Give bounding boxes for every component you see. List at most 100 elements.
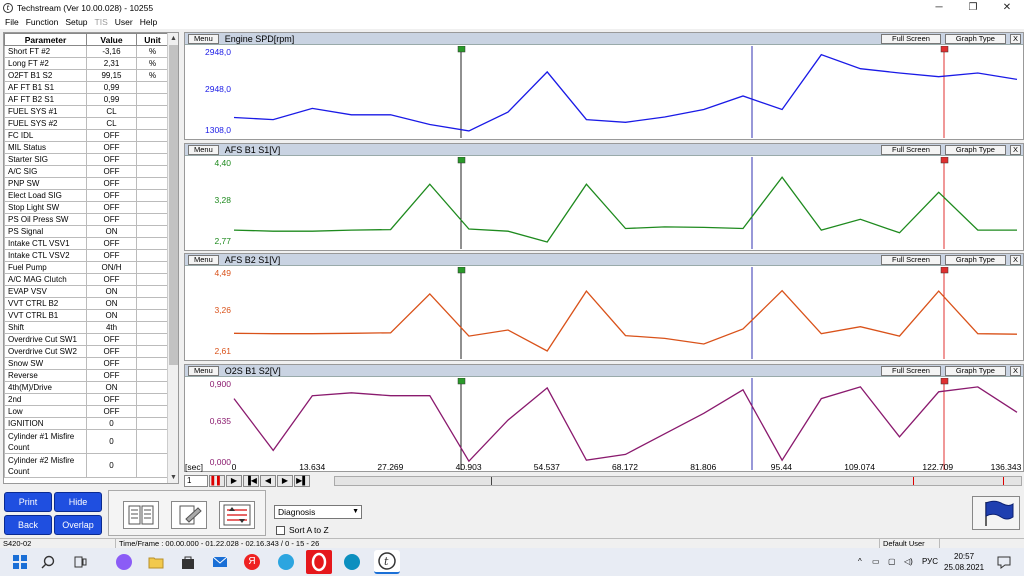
data-list-icon[interactable] (123, 501, 159, 529)
graph-plot[interactable] (233, 378, 1018, 472)
menu-file[interactable]: File (5, 17, 19, 27)
parameter-row[interactable]: A/C MAG Clutch OFF (4, 273, 169, 286)
print-button[interactable]: Print (4, 492, 52, 512)
file-explorer-icon[interactable] (148, 554, 164, 570)
tray-overflow-icon[interactable]: ^ (858, 548, 862, 576)
parameter-row[interactable]: Intake CTL VSV2 OFF (4, 249, 169, 262)
graph-plot[interactable] (233, 46, 1018, 140)
scroll-down-arrow-icon[interactable]: ▼ (168, 472, 178, 483)
graph-compare-icon[interactable] (219, 501, 255, 529)
maximize-icon[interactable]: ❐ (956, 0, 990, 15)
graph-menu-button[interactable]: Menu (188, 365, 219, 376)
volume-icon[interactable]: ◁) (904, 548, 913, 576)
parameter-row[interactable]: AF FT B1 S1 0,99 (4, 81, 169, 94)
graph-menu-button[interactable]: Menu (188, 254, 219, 265)
timeline-track[interactable] (334, 476, 1022, 486)
parameter-row[interactable]: Reverse OFF (4, 369, 169, 382)
overlap-button[interactable]: Overlap (54, 515, 102, 535)
parameter-row[interactable]: A/C SIG OFF (4, 165, 169, 178)
skip-to-start-icon[interactable]: ▐◀ (243, 475, 259, 487)
task-view-icon[interactable] (72, 554, 88, 570)
menu-tis[interactable]: TIS (95, 17, 108, 27)
cursor-marker-icon[interactable] (457, 378, 466, 385)
graph-plot[interactable] (233, 267, 1018, 361)
parameter-row[interactable]: VVT CTRL B1 ON (4, 309, 169, 322)
mode-select[interactable]: Diagnosis ▼ (274, 505, 362, 519)
timeline-marker-1[interactable] (913, 477, 914, 485)
store-icon[interactable] (180, 554, 196, 570)
graph-menu-button[interactable]: Menu (188, 33, 219, 44)
flag-button[interactable] (972, 496, 1020, 530)
step-back-icon[interactable]: ◀ (260, 475, 276, 487)
parameter-row[interactable]: PS Oil Press SW OFF (4, 213, 169, 226)
yandex-browser-icon[interactable]: Я (244, 554, 260, 570)
minimize-icon[interactable]: ─ (922, 0, 956, 15)
flag-marker-icon[interactable] (940, 267, 949, 274)
full-screen-button[interactable]: Full Screen (880, 145, 941, 155)
scroll-up-arrow-icon[interactable]: ▲ (168, 33, 178, 44)
opera-browser-icon[interactable] (306, 550, 332, 574)
parameter-row[interactable]: FUEL SYS #1 CL (4, 105, 169, 118)
parameter-row[interactable]: Short FT #2 -3,16% (4, 45, 169, 58)
graph-menu-button[interactable]: Menu (188, 144, 219, 155)
header-value[interactable]: Value (86, 33, 137, 46)
search-icon[interactable] (40, 554, 56, 570)
flag-marker-icon[interactable] (940, 378, 949, 385)
flag-marker-icon[interactable] (940, 46, 949, 53)
close-graph-button[interactable]: X (1009, 34, 1021, 44)
play-icon[interactable]: ▶ (226, 475, 242, 487)
graph-type-button[interactable]: Graph Type (944, 34, 1006, 44)
parameter-row[interactable]: Overdrive Cut SW1 OFF (4, 333, 169, 346)
edge-browser-icon[interactable] (344, 554, 360, 570)
telegram-icon[interactable] (278, 554, 294, 570)
graph-type-button[interactable]: Graph Type (944, 255, 1006, 265)
parameter-row[interactable]: Intake CTL VSV1 OFF (4, 237, 169, 250)
parameter-row[interactable]: EVAP VSV ON (4, 285, 169, 298)
header-unit[interactable]: Unit (136, 33, 169, 46)
step-forward-icon[interactable]: ▶ (277, 475, 293, 487)
parameter-row[interactable]: O2FT B1 S2 99,15% (4, 69, 169, 82)
header-parameter[interactable]: Parameter (4, 33, 87, 46)
parameter-row[interactable]: Shift 4th (4, 321, 169, 334)
timeline-cursor[interactable] (491, 477, 492, 485)
close-icon[interactable]: ✕ (990, 0, 1024, 15)
parameter-row[interactable]: PS Signal ON (4, 225, 169, 238)
timeline-marker-2[interactable] (1003, 477, 1004, 485)
parameter-row[interactable]: Cylinder #1 Misfire Count 0 (4, 429, 169, 454)
mail-icon[interactable] (212, 554, 228, 570)
close-graph-button[interactable]: X (1009, 145, 1021, 155)
parameter-row[interactable]: Cylinder #2 Misfire Count 0 (4, 453, 169, 478)
parameter-row[interactable]: FC IDL OFF (4, 129, 169, 142)
cursor-marker-icon[interactable] (457, 267, 466, 274)
parameter-row[interactable]: VVT CTRL B2 ON (4, 297, 169, 310)
input-language[interactable]: РУС (922, 548, 938, 576)
skip-to-end-icon[interactable]: ▶▌ (294, 475, 310, 487)
snapshot-icon[interactable] (171, 501, 207, 529)
flag-marker-icon[interactable] (940, 157, 949, 164)
scroll-thumb[interactable] (169, 45, 178, 365)
parameter-row[interactable]: 4th(M)/Drive ON (4, 381, 169, 394)
parameter-row[interactable]: Low OFF (4, 405, 169, 418)
storage-icon[interactable]: ▢ (888, 548, 896, 576)
parameter-row[interactable]: Long FT #2 2,31% (4, 57, 169, 70)
hide-button[interactable]: Hide (54, 492, 102, 512)
parameter-row[interactable]: IGNITION 0 (4, 417, 169, 430)
taskbar-clock[interactable]: 20:57 25.08.2021 (944, 551, 984, 573)
cursor-marker-icon[interactable] (457, 157, 466, 164)
menu-user[interactable]: User (115, 17, 133, 27)
parameter-row[interactable]: MIL Status OFF (4, 141, 169, 154)
cursor-marker-icon[interactable] (457, 46, 466, 53)
network-icon[interactable]: ▭ (872, 548, 880, 576)
menu-help[interactable]: Help (140, 17, 157, 27)
full-screen-button[interactable]: Full Screen (880, 255, 941, 265)
menu-setup[interactable]: Setup (65, 17, 87, 27)
parameter-row[interactable]: Overdrive Cut SW2 OFF (4, 345, 169, 358)
menu-function[interactable]: Function (26, 17, 59, 27)
parameter-row[interactable]: Elect Load SIG OFF (4, 189, 169, 202)
parameter-row[interactable]: AF FT B2 S1 0,99 (4, 93, 169, 106)
full-screen-button[interactable]: Full Screen (880, 34, 941, 44)
parameter-row[interactable]: Snow SW OFF (4, 357, 169, 370)
techstream-taskbar-icon[interactable]: t (374, 550, 400, 574)
graph-type-button[interactable]: Graph Type (944, 145, 1006, 155)
close-graph-button[interactable]: X (1009, 255, 1021, 265)
